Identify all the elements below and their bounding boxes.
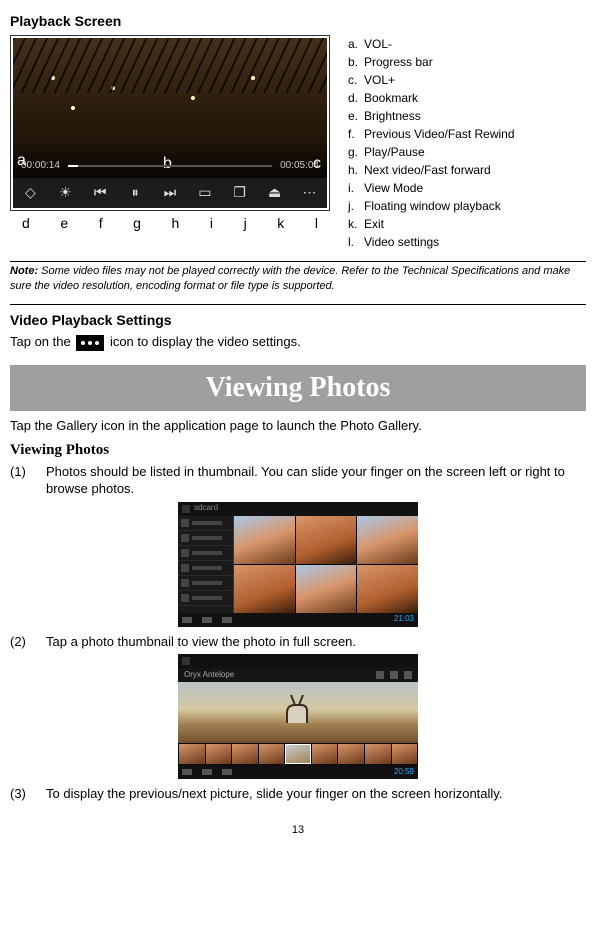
letter-k: k — [277, 214, 284, 233]
app-icon — [182, 657, 190, 665]
android-nav-bar: 21:03 — [178, 613, 418, 627]
list-item: (1) Photos should be listed in thumbnail… — [10, 463, 586, 498]
item-number: (1) — [10, 463, 36, 498]
full-photo — [178, 682, 418, 743]
dots-icon — [76, 335, 104, 351]
viewing-intro: Tap the Gallery icon in the application … — [10, 417, 586, 435]
clock: 20:59 — [394, 767, 414, 778]
play-pause-icon[interactable]: ⏸ — [124, 183, 146, 202]
settings-icon[interactable]: ⋯ — [298, 183, 320, 202]
player-column: a b c 00:00:14 00:05:04 ◇ ☀ ⏮ ⏸ ⏭ ▭ ❐ ⏏ — [10, 35, 330, 233]
video-settings-title: Video Playback Settings — [10, 311, 586, 330]
clock: 21:03 — [394, 614, 414, 625]
progress-bar[interactable] — [68, 165, 272, 167]
home-icon — [202, 769, 212, 775]
elapsed-time: 00:00:14 — [21, 159, 60, 173]
brightness-icon[interactable]: ☀ — [54, 183, 76, 202]
total-time: 00:05:04 — [280, 159, 319, 173]
item-number: (2) — [10, 633, 36, 651]
letter-g: g — [133, 214, 141, 233]
list-item: (2) Tap a photo thumbnail to view the ph… — [10, 633, 586, 651]
photo-title-bar: Oryx Antelope — [178, 668, 418, 682]
viewing-subhead: Viewing Photos — [10, 440, 586, 460]
video-player: a b c 00:00:14 00:05:04 ◇ ☀ ⏮ ⏸ ⏭ ▭ ❐ ⏏ — [13, 38, 327, 208]
letter-row: d e f g h i j k l — [10, 211, 330, 233]
player-frame: a b c 00:00:14 00:05:04 ◇ ☀ ⏮ ⏸ ⏭ ▭ ❐ ⏏ — [10, 35, 330, 211]
letter-h: h — [172, 214, 180, 233]
back-icon — [182, 769, 192, 775]
prev-icon[interactable]: ⏮ — [89, 183, 111, 202]
photo-title: Oryx Antelope — [184, 670, 234, 681]
note-text: Some video files may not be played corre… — [10, 265, 570, 292]
floating-icon[interactable]: ❐ — [229, 183, 251, 202]
page-number: 13 — [10, 823, 586, 838]
view-mode-icon[interactable]: ▭ — [194, 183, 216, 202]
share-icon — [376, 671, 384, 679]
menu-icon — [404, 671, 412, 679]
item-text: Tap a photo thumbnail to view the photo … — [46, 633, 586, 651]
app-icon — [182, 505, 190, 513]
divider — [10, 261, 586, 262]
letter-e: e — [60, 214, 68, 233]
bookmark-icon[interactable]: ◇ — [19, 183, 41, 202]
recent-icon — [222, 769, 232, 775]
letter-f: f — [99, 214, 103, 233]
note: Note: Some video files may not be played… — [10, 264, 586, 294]
video-settings-text: Tap on the icon to display the video set… — [10, 333, 586, 351]
note-label: Note: — [10, 265, 38, 277]
settings-post: icon to display the video settings. — [106, 334, 300, 349]
settings-pre: Tap on the — [10, 334, 74, 349]
divider — [10, 304, 586, 305]
home-icon — [202, 617, 212, 623]
screenshot-photo-fullscreen: Oryx Antelope 20:59 — [178, 654, 418, 779]
thumbnail-strip — [178, 743, 418, 765]
item-text: Photos should be listed in thumbnail. Yo… — [46, 463, 586, 498]
next-icon[interactable]: ⏭ — [159, 183, 181, 202]
playback-screen-title: Playback Screen — [10, 12, 586, 31]
recent-icon — [222, 617, 232, 623]
letter-l: l — [315, 214, 318, 233]
delete-icon — [390, 671, 398, 679]
letter-i: i — [210, 214, 213, 233]
back-icon — [182, 617, 192, 623]
oryx-icon — [277, 693, 317, 725]
viewing-photos-banner: Viewing Photos — [10, 365, 586, 411]
android-top-bar — [178, 654, 418, 668]
tree-branches — [13, 38, 327, 93]
list-item: (3) To display the previous/next picture… — [10, 785, 586, 803]
screenshot-gallery-thumbnails: sdcard 21:03 — [178, 502, 418, 627]
progress-row: 00:00:14 00:05:04 — [13, 156, 327, 176]
thumbnail-grid — [234, 516, 418, 613]
folder-sidebar — [178, 516, 234, 613]
letter-j: j — [244, 214, 247, 233]
exit-icon[interactable]: ⏏ — [264, 183, 286, 202]
android-nav-bar: 20:59 — [178, 765, 418, 779]
item-text: To display the previous/next picture, sl… — [46, 785, 586, 803]
letter-d: d — [22, 214, 30, 233]
playback-row: a b c 00:00:14 00:05:04 ◇ ☀ ⏮ ⏸ ⏭ ▭ ❐ ⏏ — [10, 35, 586, 251]
folder-label: sdcard — [194, 503, 218, 514]
item-number: (3) — [10, 785, 36, 803]
control-bar: ◇ ☀ ⏮ ⏸ ⏭ ▭ ❐ ⏏ ⋯ — [13, 178, 327, 208]
android-top-bar: sdcard — [178, 502, 418, 516]
legend: a.VOL- b.Progress bar c.VOL+ d.Bookmark … — [348, 35, 515, 251]
